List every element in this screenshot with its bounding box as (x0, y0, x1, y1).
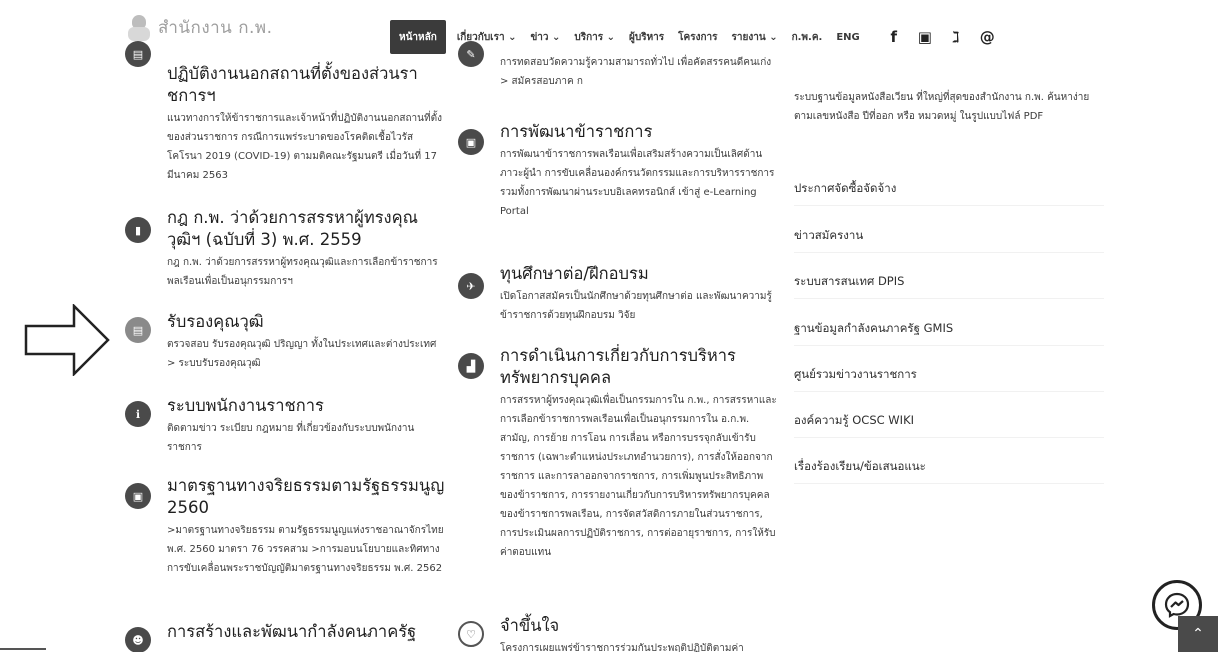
service-title: การสร้างและพัฒนากำลังคนภาครัฐ (167, 622, 417, 641)
heart-icon: ♡ (458, 621, 484, 647)
file-icon: ▮ (125, 217, 151, 243)
page-divider (0, 648, 46, 650)
nav-executives[interactable]: ผู้บริหาร (622, 20, 671, 54)
service-desc: ติดตามข่าว ระเบียบ กฎหมาย ที่เกี่ยวข้องก… (167, 423, 415, 453)
service-title: กฎ ก.พ. ว่าด้วยการสรรหาผู้ทรงคุณวุฒิฯ (ฉ… (167, 208, 418, 249)
sidebar-link-procurement[interactable]: ประกาศจัดซื้อจัดจ้าง (794, 170, 1104, 206)
service-item[interactable]: ▮ กฎ ก.พ. ว่าด้วยการสรรหาผู้ทรงคุณวุฒิฯ … (125, 207, 445, 291)
service-title: จำขึ้นใจ (500, 616, 560, 635)
service-item[interactable]: ✈ ทุนศึกษาต่อ/ฝึกอบรม เปิดโอกาสสมัครเป็น… (458, 263, 778, 325)
quick-links-sidebar: ระบบฐานข้อมูลหนังสือเวียน ที่ใหญ่ที่สุดข… (794, 62, 1104, 490)
logo-text: สำนักงาน ก.พ. (158, 18, 273, 38)
service-title: การดำเนินการเกี่ยวกับการบริหารทรัพยากรบุ… (500, 346, 736, 387)
service-desc: การพัฒนาข้าราชการพลเรือนเพื่อเสริมสร้างค… (500, 149, 775, 217)
info-icon: ℹ (125, 401, 151, 427)
service-item[interactable]: ▤ รับรองคุณวุฒิ ตรวจสอบ รับรองคุณวุฒิ ปร… (125, 311, 445, 373)
plane-icon: ✈ (458, 273, 484, 299)
service-item[interactable]: ▤ ปฏิบัติงานนอกสถานที่ตั้งของส่วนราชการฯ… (125, 41, 445, 185)
service-title: มาตรฐานทางจริยธรรมตามรัฐธรรมนูญ 2560 (167, 476, 445, 517)
logo-emblem-icon (128, 14, 150, 41)
sidebar-link-wiki[interactable]: องค์ความรู้ OCSC WIKI (794, 402, 1104, 438)
nav-reports[interactable]: รายงาน ⌄ (725, 20, 785, 54)
sidebar-link-gov-news[interactable]: ศูนย์รวมข่าวงานราชการ (794, 356, 1104, 392)
youtube-icon[interactable]: ▣ (918, 28, 932, 46)
service-title: การพัฒนาข้าราชการ (500, 122, 653, 141)
service-title: ปฏิบัติงานนอกสถานที่ตั้งของส่วนราชการฯ (167, 64, 418, 105)
service-desc: กฎ ก.พ. ว่าด้วยการสรรหาผู้ทรงคุณวุฒิและก… (167, 257, 438, 287)
service-item[interactable]: ℹ ระบบพนักงานราชการ ติดตามข่าว ระเบียบ ก… (125, 395, 445, 457)
scroll-to-top-button[interactable]: ⌃ (1178, 616, 1218, 652)
service-desc: การทดสอบวัดความรู้ความสามารถทั่วไป เพื่อ… (500, 57, 772, 87)
service-item[interactable]: ☻ การสร้างและพัฒนากำลังคนภาครัฐ (125, 621, 445, 652)
nav-news[interactable]: ข่าว ⌄ (523, 20, 567, 54)
certificate-icon: ▤ (125, 317, 151, 343)
pointer-arrow-icon (24, 304, 110, 376)
service-desc: เปิดโอกาสสมัครเป็นนักศึกษาด้วยทุนศึกษาต่… (500, 291, 772, 321)
ethics-icon: ▣ (125, 483, 151, 509)
service-item[interactable]: ▟ การดำเนินการเกี่ยวกับการบริหารทรัพยากร… (458, 345, 778, 562)
social-links: f ▣ ℷ @ (887, 28, 994, 46)
training-icon: ▣ (458, 129, 484, 155)
service-item[interactable]: ▣ การพัฒนาข้าราชการ การพัฒนาข้าราชการพลเ… (458, 121, 778, 221)
rss-icon[interactable]: ℷ (949, 28, 963, 46)
service-desc: โครงการเผยแพร่ข้าราชการร่วมกันประพฤติปฏิ… (500, 643, 744, 652)
service-title: รับรองคุณวุฒิ (167, 312, 264, 331)
service-item[interactable]: ▣ มาตรฐานทางจริยธรรมตามรัฐธรรมนูญ 2560 >… (125, 475, 445, 578)
service-title: ทุนศึกษาต่อ/ฝึกอบรม (500, 264, 649, 283)
sidebar-link-jobs[interactable]: ข่าวสมัครงาน (794, 217, 1104, 253)
service-desc: ตรวจสอบ รับรองคุณวุฒิ ปริญญา ทั้งในประเท… (167, 339, 437, 369)
email-icon[interactable]: @ (980, 28, 995, 46)
site-logo[interactable]: สำนักงาน ก.พ. (128, 14, 273, 41)
nav-services[interactable]: บริการ ⌄ (567, 20, 622, 54)
sidebar-link-gmis[interactable]: ฐานข้อมูลกำลังคนภาครัฐ GMIS (794, 310, 1104, 346)
chart-icon: ▟ (458, 353, 484, 379)
exam-icon: ✎ (458, 41, 484, 67)
service-item[interactable]: ♡ จำขึ้นใจ โครงการเผยแพร่ข้าราชการร่วมกั… (458, 615, 778, 652)
nav-kpk[interactable]: ก.พ.ค. (785, 20, 830, 54)
messenger-glyph-icon (1164, 592, 1190, 618)
sidebar-link-complaints[interactable]: เรื่องร้องเรียน/ข้อเสนอแนะ (794, 448, 1104, 484)
service-title: ระบบพนักงานราชการ (167, 396, 324, 415)
document-icon: ▤ (125, 41, 151, 67)
service-desc: >มาตรฐานทางจริยธรรม ตามรัฐธรรมนูญแห่งราช… (167, 525, 444, 574)
nav-home[interactable]: หน้าหลัก (390, 20, 446, 54)
nav-projects[interactable]: โครงการ (671, 20, 724, 54)
facebook-icon[interactable]: f (887, 28, 901, 46)
sidebar-link-dpis[interactable]: ระบบสารสนเทศ DPIS (794, 263, 1104, 299)
service-desc: การสรรหาผู้ทรงคุณวุฒิเพื่อเป็นกรรมการใน … (500, 395, 777, 558)
people-icon: ☻ (125, 627, 151, 652)
nav-eng[interactable]: ENG (829, 20, 866, 54)
service-item[interactable]: ✎ การทดสอบวัดความรู้ความสามารถทั่วไป เพื… (458, 41, 778, 91)
service-desc: แนวทางการให้ข้าราชการและเจ้าหน้าที่ปฏิบั… (167, 113, 442, 181)
circular-database-desc[interactable]: ระบบฐานข้อมูลหนังสือเวียน ที่ใหญ่ที่สุดข… (794, 88, 1094, 126)
